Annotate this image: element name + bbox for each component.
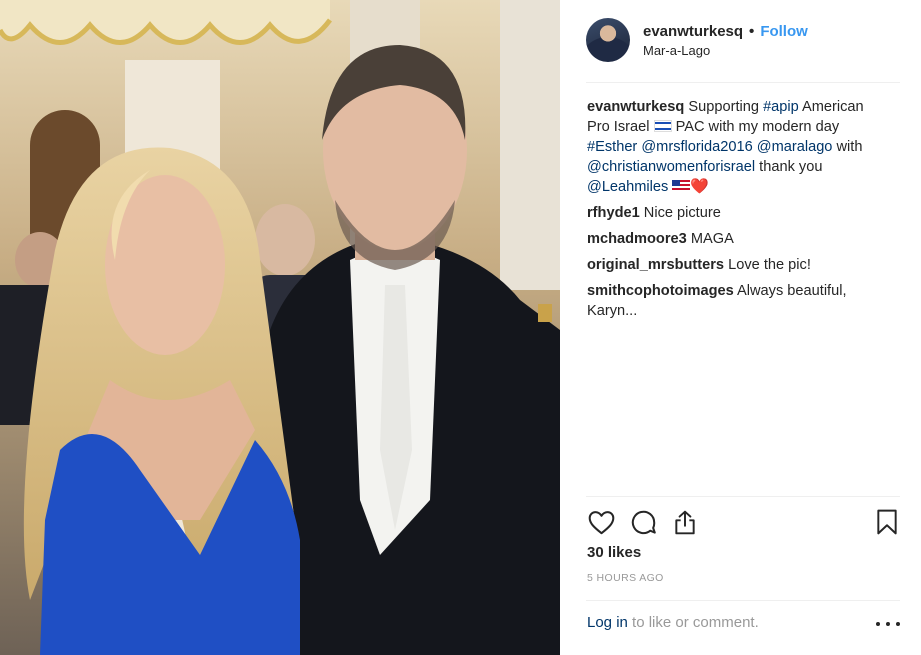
- action-bar: [586, 507, 902, 537]
- comment-username[interactable]: rfhyde1: [587, 205, 640, 221]
- israel-flag-icon: [653, 120, 672, 132]
- comment-item: original_mrsbutters Love the pic!: [587, 255, 887, 275]
- login-link[interactable]: Log in: [587, 614, 628, 631]
- us-flag-icon: [672, 180, 691, 192]
- caption-text: thank you: [755, 159, 823, 175]
- login-divider: [586, 600, 900, 601]
- post-header-line: evanwturkesq • Follow: [643, 23, 808, 40]
- comment-item: mchadmoore3 MAGA: [587, 229, 887, 249]
- comment-username[interactable]: mchadmoore3: [587, 231, 687, 247]
- caption-text: Supporting: [688, 99, 764, 115]
- comments-list: evanwturkesq Supporting #apip American P…: [587, 97, 887, 327]
- share-upload-icon: [675, 510, 695, 534]
- like-button[interactable]: [586, 507, 616, 537]
- comment-item: smithcophotoimages Always beautiful, Kar…: [587, 281, 887, 321]
- mention-link[interactable]: @Leahmiles: [587, 179, 668, 195]
- caption-username[interactable]: evanwturkesq: [587, 99, 684, 115]
- comment-username[interactable]: original_mrsbutters: [587, 257, 724, 273]
- red-heart-icon: ❤️: [690, 178, 710, 195]
- post-author-username[interactable]: evanwturkesq: [643, 23, 743, 40]
- actions-divider: [586, 496, 900, 497]
- post-details-panel: evanwturkesq • Follow Mar-a-Lago evanwtu…: [560, 0, 921, 655]
- post-location[interactable]: Mar-a-Lago: [643, 43, 808, 58]
- mention-link[interactable]: @christianwomenforisrael: [587, 159, 755, 175]
- post-timestamp: 5 HOURS AGO: [587, 572, 664, 584]
- post-photo-image: [0, 0, 560, 655]
- post-header-text: evanwturkesq • Follow Mar-a-Lago: [643, 23, 808, 58]
- comment-text: MAGA: [690, 231, 734, 247]
- comment-text: Nice picture: [643, 205, 721, 221]
- follow-button[interactable]: Follow: [760, 23, 808, 40]
- avatar[interactable]: [586, 18, 630, 62]
- post-header: evanwturkesq • Follow Mar-a-Lago: [586, 18, 900, 82]
- more-dots-icon: [876, 622, 880, 626]
- save-button[interactable]: [872, 507, 902, 537]
- caption: evanwturkesq Supporting #apip American P…: [587, 97, 887, 197]
- header-divider: [586, 82, 900, 83]
- more-options-button[interactable]: [876, 614, 900, 634]
- heart-outline-icon: [588, 510, 614, 534]
- mention-link[interactable]: @maralago: [757, 139, 833, 155]
- caption-text: PAC with my modern day: [671, 119, 840, 135]
- caption-text: with: [832, 139, 863, 155]
- post-photo[interactable]: [0, 0, 560, 655]
- comment-text: Love the pic!: [728, 257, 811, 273]
- share-button[interactable]: [670, 507, 700, 537]
- speech-bubble-icon: [631, 510, 656, 534]
- hashtag-link[interactable]: #apip: [763, 99, 799, 115]
- more-dots-icon: [896, 622, 900, 626]
- login-prompt: Log in to like or comment.: [587, 614, 759, 631]
- comment-username[interactable]: smithcophotoimages: [587, 283, 734, 299]
- bookmark-icon: [877, 509, 897, 535]
- mention-link[interactable]: @mrsflorida2016: [641, 139, 752, 155]
- more-dots-icon: [886, 622, 890, 626]
- login-prompt-text: to like or comment.: [627, 614, 759, 631]
- hashtag-link[interactable]: #Esther: [587, 139, 637, 155]
- comment-button[interactable]: [628, 507, 658, 537]
- comment-item: rfhyde1 Nice picture: [587, 203, 887, 223]
- likes-count[interactable]: 30 likes: [587, 544, 641, 561]
- separator-dot: •: [749, 23, 755, 40]
